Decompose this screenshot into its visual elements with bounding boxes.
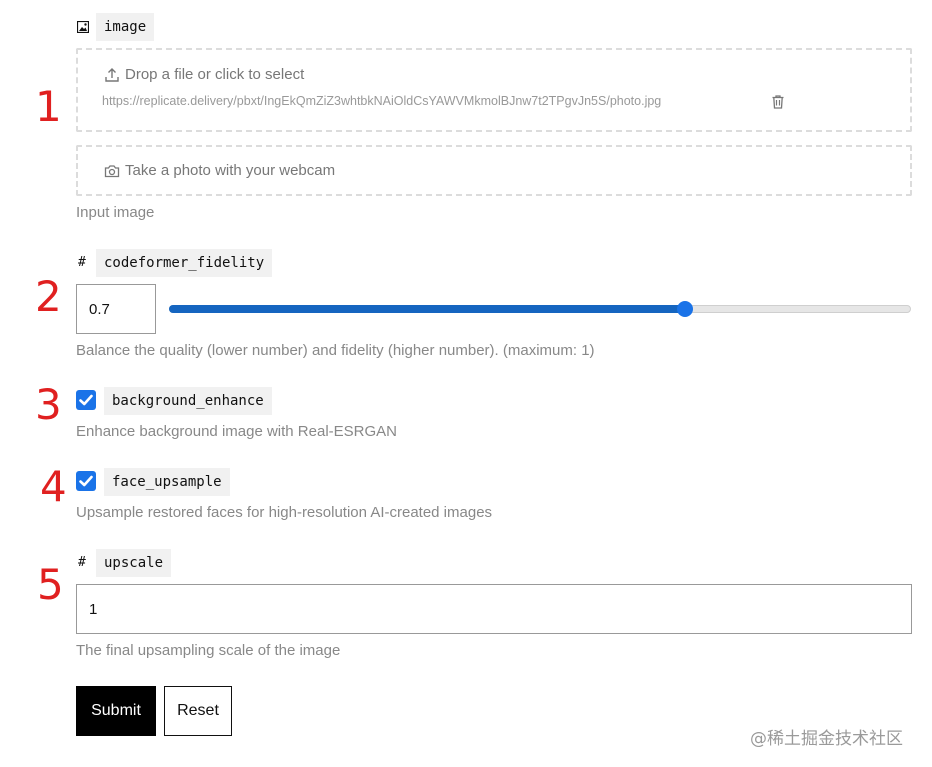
number-type-icon: # — [78, 555, 86, 570]
webcam-label: Take a photo with your webcam — [125, 162, 336, 179]
trash-icon[interactable] — [770, 94, 786, 110]
reset-button[interactable]: Reset — [164, 686, 232, 736]
field-name-image: image — [96, 13, 155, 41]
submit-button[interactable]: Submit — [76, 686, 156, 736]
field-description: The final upsampling scale of the image — [76, 642, 341, 659]
file-url: https://replicate.delivery/pbxt/IngEkQmZ… — [102, 94, 662, 108]
field-name-upscale: upscale — [96, 549, 172, 577]
number-type-icon: # — [78, 255, 86, 270]
field-description: Upsample restored faces for high-resolut… — [76, 504, 493, 521]
annotation-number: 4 — [40, 462, 67, 511]
background-enhance-checkbox[interactable] — [76, 390, 96, 410]
webcam-capture[interactable]: Take a photo with your webcam — [76, 145, 912, 196]
checkmark-icon — [79, 475, 93, 487]
annotation-number: 1 — [35, 82, 62, 131]
fidelity-slider[interactable] — [169, 300, 911, 318]
watermark: @稀土掘金技术社区 — [750, 729, 903, 749]
field-description: Enhance background image with Real-ESRGA… — [76, 423, 397, 440]
file-dropzone[interactable]: Drop a file or click to select https://r… — [76, 48, 912, 132]
field-name-face-upsample: face_upsample — [104, 468, 230, 496]
field-name-background-enhance: background_enhance — [104, 387, 272, 415]
upload-icon — [104, 67, 120, 83]
slider-thumb[interactable] — [677, 301, 693, 317]
face-upsample-checkbox[interactable] — [76, 471, 96, 491]
annotation-number: 5 — [37, 560, 64, 609]
annotation-number: 2 — [35, 272, 62, 321]
dropzone-label: Drop a file or click to select — [125, 66, 305, 83]
checkmark-icon — [79, 394, 93, 406]
camera-icon — [104, 163, 120, 179]
slider-fill — [169, 305, 685, 313]
field-description: Input image — [76, 204, 155, 221]
field-description: Balance the quality (lower number) and f… — [76, 342, 595, 359]
field-name-fidelity: codeformer_fidelity — [96, 249, 273, 277]
fidelity-input[interactable] — [76, 284, 156, 334]
annotation-number: 3 — [35, 380, 62, 429]
image-icon — [76, 20, 90, 34]
upscale-input[interactable] — [76, 584, 912, 634]
